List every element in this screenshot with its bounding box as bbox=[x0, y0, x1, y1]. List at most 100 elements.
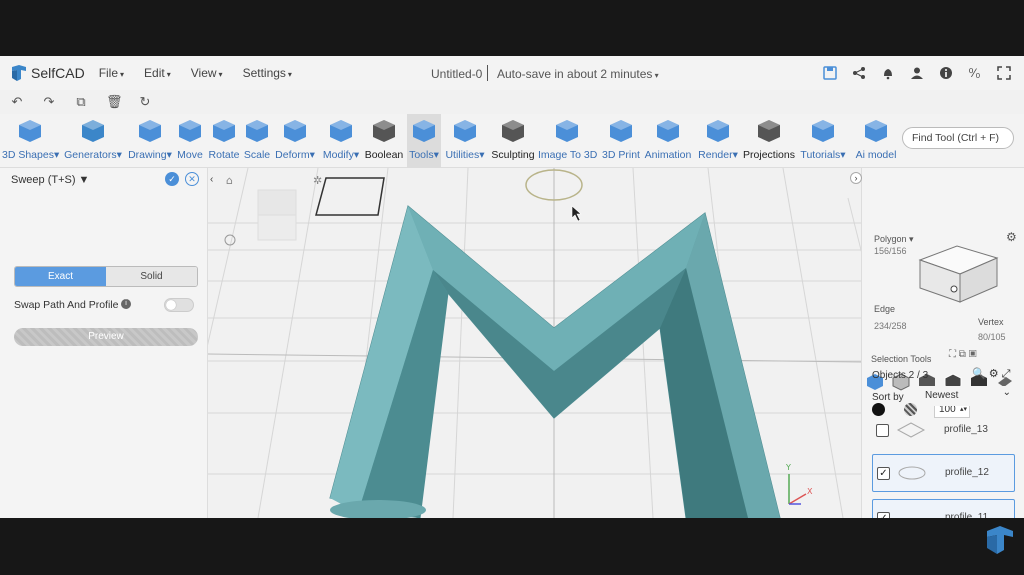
object-checkbox[interactable]: ✓ bbox=[877, 512, 890, 518]
swap-path-toggle[interactable] bbox=[164, 298, 194, 312]
selection-extra-icons[interactable]: ⛶ ⧉ ▣ bbox=[949, 349, 977, 360]
refresh-icon[interactable]: ↻ bbox=[138, 94, 152, 110]
autosave-status[interactable]: Auto-save in about 2 minutes bbox=[497, 67, 659, 81]
menu-view[interactable]: View bbox=[191, 66, 223, 80]
toolbar-boolean-button[interactable]: Boolean bbox=[364, 114, 404, 168]
toolbar-tutorials-button[interactable]: Tutorials▾ bbox=[799, 114, 847, 168]
objects-tools-icons[interactable]: 🔍 ⚙ ⤢ bbox=[972, 367, 1010, 381]
3d-print-icon bbox=[610, 120, 632, 142]
boolean-icon bbox=[373, 120, 395, 142]
menu-edit[interactable]: Edit bbox=[144, 66, 171, 80]
edge-label[interactable]: Edge bbox=[874, 304, 895, 314]
sort-by-label: Sort by bbox=[872, 392, 904, 403]
toolbar-label: Sculpting bbox=[491, 149, 535, 161]
find-tool-input[interactable]: Find Tool (Ctrl + F) bbox=[902, 127, 1014, 149]
polygon-count: 156/156 bbox=[874, 246, 907, 256]
mode-solid-button[interactable]: Solid bbox=[106, 267, 197, 286]
selfcad-window: SelfCAD File Edit View Settings Untitled… bbox=[0, 56, 1024, 518]
toolbar-animation-button[interactable]: Animation bbox=[643, 114, 693, 168]
object-name: profile_12 bbox=[945, 467, 989, 478]
toolbar-label: Rotate bbox=[208, 149, 240, 161]
sort-select[interactable]: Newest bbox=[919, 383, 1015, 406]
redo-icon[interactable]: ↷ bbox=[42, 94, 56, 110]
toolbar-3d-shapes-button[interactable]: 3D Shapes▾ bbox=[2, 114, 59, 168]
toolbar-label: Scale bbox=[243, 149, 271, 161]
move-icon bbox=[179, 120, 201, 142]
user-icon[interactable] bbox=[908, 64, 925, 81]
polygon-mode-label[interactable]: Polygon ▾ bbox=[874, 234, 914, 245]
toolbar-sculpting-button[interactable]: Sculpting bbox=[490, 114, 536, 168]
vertex-label[interactable]: Vertex bbox=[978, 317, 1004, 327]
toolbar-deform-button[interactable]: Deform▾ bbox=[273, 114, 317, 168]
object-checkbox[interactable] bbox=[876, 424, 889, 437]
share-icon[interactable] bbox=[850, 64, 867, 81]
confirm-check-icon[interactable]: ✓ bbox=[165, 172, 179, 186]
toolbar-label: Deform▾ bbox=[275, 149, 315, 161]
camera-target-icon[interactable] bbox=[224, 234, 236, 246]
selection-mode-cube-icon[interactable] bbox=[912, 238, 1002, 318]
ai-model-icon bbox=[865, 120, 887, 142]
render-icon bbox=[707, 120, 729, 142]
home-view-icon[interactable]: ⌂ bbox=[226, 174, 233, 187]
object-list-item[interactable]: ✓ profile_11 bbox=[872, 499, 1015, 518]
utilities-icon bbox=[454, 120, 476, 142]
mode-exact-button[interactable]: Exact bbox=[15, 267, 106, 286]
collapse-right-panel-chevron-icon[interactable]: › bbox=[850, 172, 862, 184]
close-icon[interactable]: ✕ bbox=[185, 172, 199, 186]
toolbar-drawing-button[interactable]: Drawing▾ bbox=[127, 114, 173, 168]
toolbar-utilities-button[interactable]: Utilities▾ bbox=[444, 114, 486, 168]
document-title[interactable]: Untitled-0 bbox=[431, 67, 482, 81]
title-divider bbox=[487, 65, 488, 81]
light-icon[interactable]: ✲ bbox=[313, 174, 322, 187]
menu-settings[interactable]: Settings bbox=[243, 66, 292, 80]
sweep-m-model[interactable] bbox=[329, 205, 781, 518]
view-cube[interactable] bbox=[257, 189, 297, 241]
toolbar-ai-model-button[interactable]: Ai model bbox=[851, 114, 901, 168]
3d-viewport[interactable]: ⌂ ✲ Y X bbox=[208, 168, 861, 518]
info-icon[interactable] bbox=[937, 64, 954, 81]
object-list-item[interactable]: ✓ profile_12 bbox=[872, 454, 1015, 492]
polygon-label-text: Polygon bbox=[874, 234, 907, 244]
toolbar-label: Move bbox=[177, 149, 203, 161]
rotate-icon bbox=[213, 120, 235, 142]
toolbar-rotate-button[interactable]: Rotate bbox=[207, 114, 241, 168]
toolbar-label: Generators▾ bbox=[64, 149, 122, 161]
tutorials-icon bbox=[812, 120, 834, 142]
fullscreen-icon[interactable] bbox=[995, 64, 1012, 81]
toolbar-image-to-3d-button[interactable]: Image To 3D bbox=[538, 114, 597, 168]
toolbar-modify-button[interactable]: Modify▾ bbox=[321, 114, 361, 168]
main-menu: File Edit View Settings bbox=[99, 66, 312, 80]
units-icon[interactable]: ⁰⁄₀ bbox=[966, 64, 983, 81]
square-thumbnail-icon bbox=[896, 422, 926, 438]
square-profile-object[interactable] bbox=[315, 177, 385, 216]
object-list-item[interactable]: profile_13 bbox=[872, 412, 1015, 450]
image-to-3d-icon bbox=[556, 120, 578, 142]
toolbar-tools-button[interactable]: Tools▾ bbox=[407, 114, 441, 168]
toolbar-label: Ai model bbox=[855, 149, 897, 161]
undo-icon[interactable]: ↶ bbox=[10, 94, 24, 110]
collapse-left-panel-chevron-icon[interactable]: ‹ bbox=[210, 174, 213, 185]
menu-file[interactable]: File bbox=[99, 66, 124, 80]
toolbar-3d-print-button[interactable]: 3D Print bbox=[601, 114, 641, 168]
toolbar-scale-button[interactable]: Scale bbox=[243, 114, 271, 168]
notifications-bell-icon[interactable] bbox=[879, 64, 896, 81]
scene-canvas: ⌂ ✲ Y X bbox=[208, 168, 861, 518]
generators-icon bbox=[82, 120, 104, 142]
toolbar-projections-button[interactable]: Projections bbox=[742, 114, 796, 168]
corner-brand-logo bbox=[987, 526, 1013, 554]
swap-info-icon[interactable]: i bbox=[121, 299, 131, 309]
panel-settings-gear-icon[interactable]: ⚙ bbox=[1006, 230, 1017, 244]
toolbar-generators-button[interactable]: Generators▾ bbox=[62, 114, 124, 168]
toolbar-move-button[interactable]: Move bbox=[176, 114, 204, 168]
object-checkbox[interactable]: ✓ bbox=[877, 467, 890, 480]
save-icon[interactable] bbox=[821, 64, 838, 81]
axis-gizmo: Y X bbox=[785, 463, 813, 505]
app-logo[interactable]: SelfCAD bbox=[10, 64, 85, 82]
delete-icon[interactable]: 🗑 bbox=[106, 94, 123, 110]
preview-button[interactable]: Preview bbox=[14, 328, 198, 346]
top-right-icons: ⁰⁄₀ bbox=[821, 64, 1012, 81]
tool-panel-title[interactable]: Sweep (T+S) ▼ bbox=[11, 174, 89, 186]
mode-segmented-control: Exact Solid bbox=[14, 266, 198, 287]
copy-icon[interactable]: ⧉ bbox=[74, 94, 88, 110]
toolbar-render-button[interactable]: Render▾ bbox=[697, 114, 739, 168]
